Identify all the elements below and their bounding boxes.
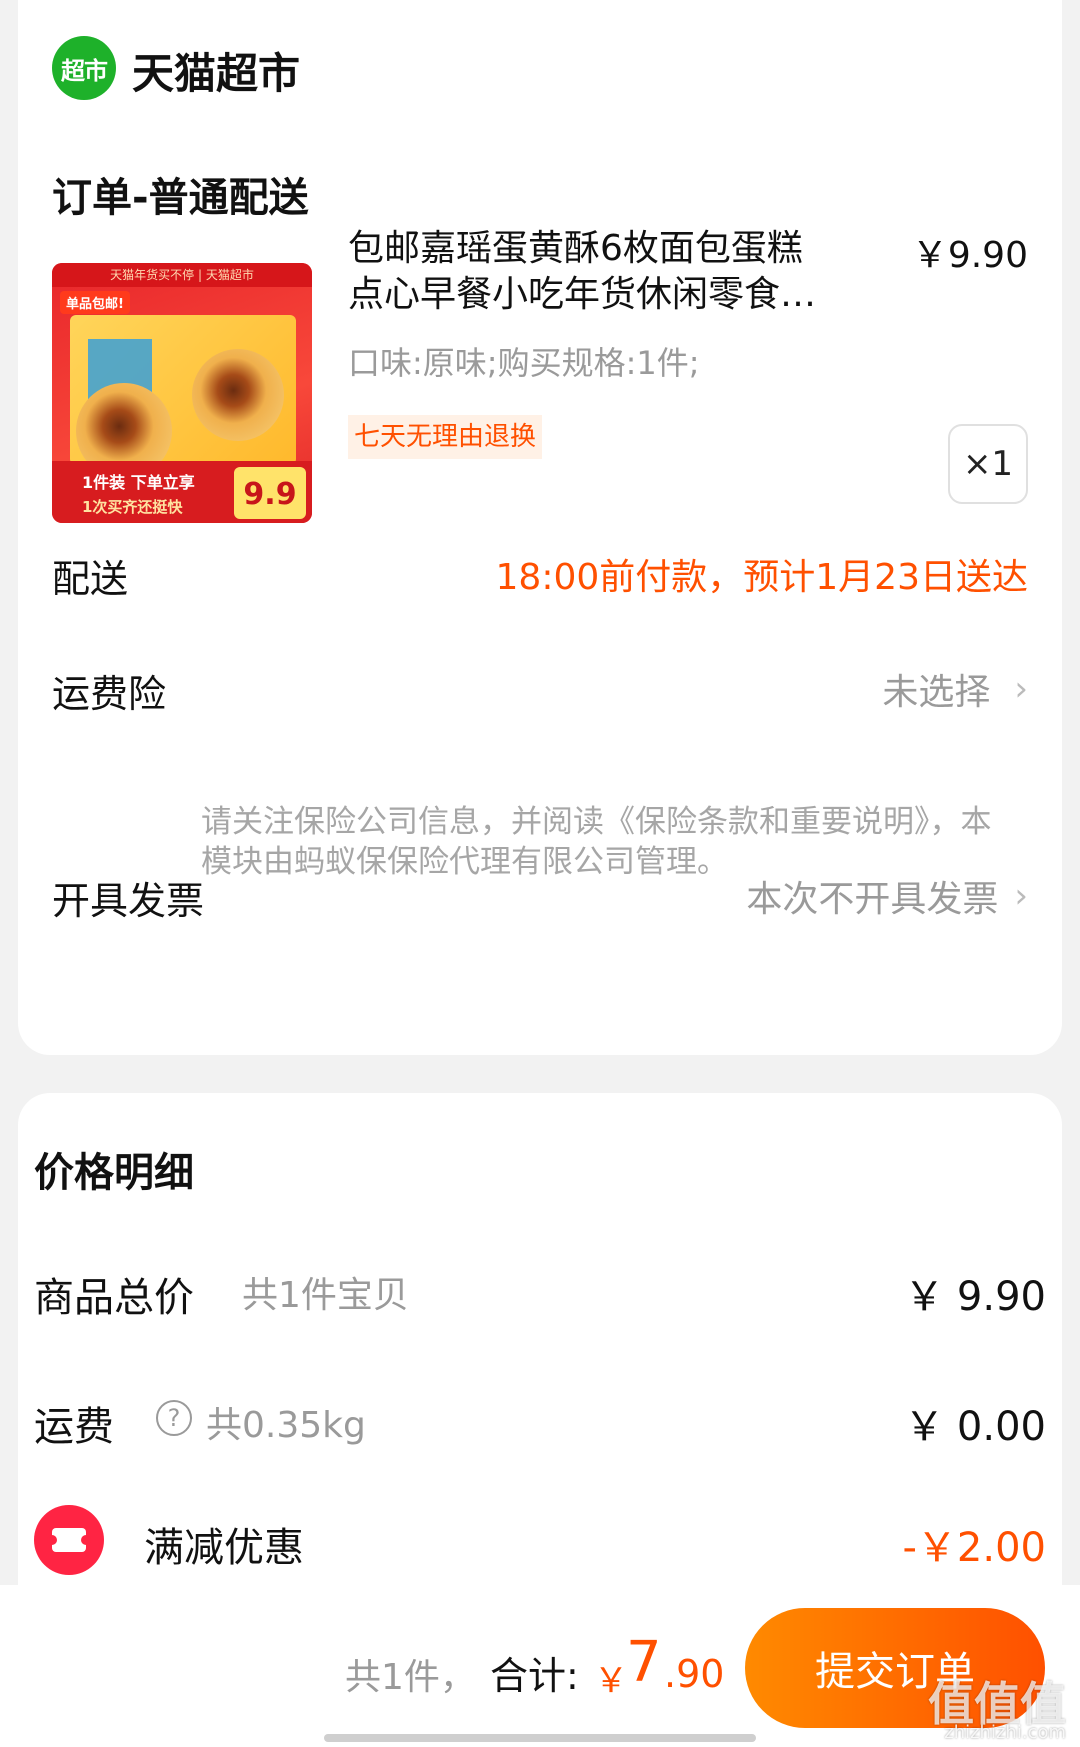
chevron-right-icon: › [1014,876,1028,916]
delivery-label: 配送 [52,557,129,601]
order-card: 超市 天猫超市 订单-普通配送 天猫年货买不停 | 天猫超市 单品包邮! 1件装… [18,0,1062,1055]
invoice-value: 本次不开具发票 [746,879,999,920]
egg-yolk-puff-graphic [192,349,284,441]
product-title[interactable]: 包邮嘉瑶蛋黄酥6枚面包蛋糕 点心早餐小吃年货休闲零食2… [348,226,818,318]
delivery-estimate: 18:00前付款，预计1月23日送达 [495,557,1028,598]
store-name[interactable]: 天猫超市 [132,40,300,101]
product-image[interactable]: 天猫年货买不停 | 天猫超市 单品包邮! 1件装 下单立享 1次买齐还挺快 9.… [52,263,312,523]
home-indicator[interactable] [324,1734,756,1742]
watermark-url: zhizhizhi.com [944,1722,1066,1743]
product-image-price: 9.9 [234,467,306,519]
shipping-insurance-label: 运费险 [52,672,167,716]
product-spec: 口味:原味;购买规格:1件; [348,344,700,382]
product-image-banner: 天猫年货买不停 | 天猫超市 [52,263,312,287]
package-weight: 共0.35kg [206,1405,366,1446]
price-details-title: 价格明细 [34,1150,194,1196]
chevron-right-icon: › [1014,669,1028,709]
promo-line-1: 1件装 下单立享 [82,473,195,492]
freight-label: 运费 [34,1404,114,1450]
shipping-insurance-selector[interactable]: 未选择 › [882,663,1028,715]
free-shipping-tag: 单品包邮! [60,291,130,314]
product-title-line-1: 包邮嘉瑶蛋黄酥6枚面包蛋糕 [348,228,803,269]
help-icon[interactable]: ? [156,1400,192,1436]
shipping-insurance-value: 未选择 [882,672,991,713]
freight-amount: ￥ 0.00 [904,1404,1046,1450]
invoice-label: 开具发票 [52,879,205,923]
quantity-stepper[interactable]: ×1 [948,424,1028,504]
invoice-selector[interactable]: 本次不开具发票 › [746,870,1028,922]
tmall-supermarket-logo-icon: 超市 [52,36,116,100]
discount-amount: -￥2.00 [902,1525,1047,1571]
promo-line-2: 1次买齐还挺快 [82,498,183,516]
total-currency: ￥ [594,1661,628,1701]
item-count: 共1件， [345,1657,476,1698]
order-section-title: 订单-普通配送 [52,175,309,221]
goods-total-amount: ￥ 9.90 [904,1274,1046,1320]
return-policy-tag: 七天无理由退换 [348,415,543,459]
coupon-icon [34,1505,104,1575]
goods-count: 共1件宝贝 [242,1275,409,1316]
total-amount-decimal: .90 [664,1652,725,1696]
goods-total-label: 商品总价 [34,1275,194,1321]
product-price: ￥9.90 [911,235,1028,276]
total-label: 合计: [490,1654,579,1698]
total-amount-integer: 7 [626,1630,662,1695]
discount-label: 满减优惠 [144,1525,304,1571]
product-title-line-2: 点心早餐小吃年货休闲零食2… [348,274,818,315]
